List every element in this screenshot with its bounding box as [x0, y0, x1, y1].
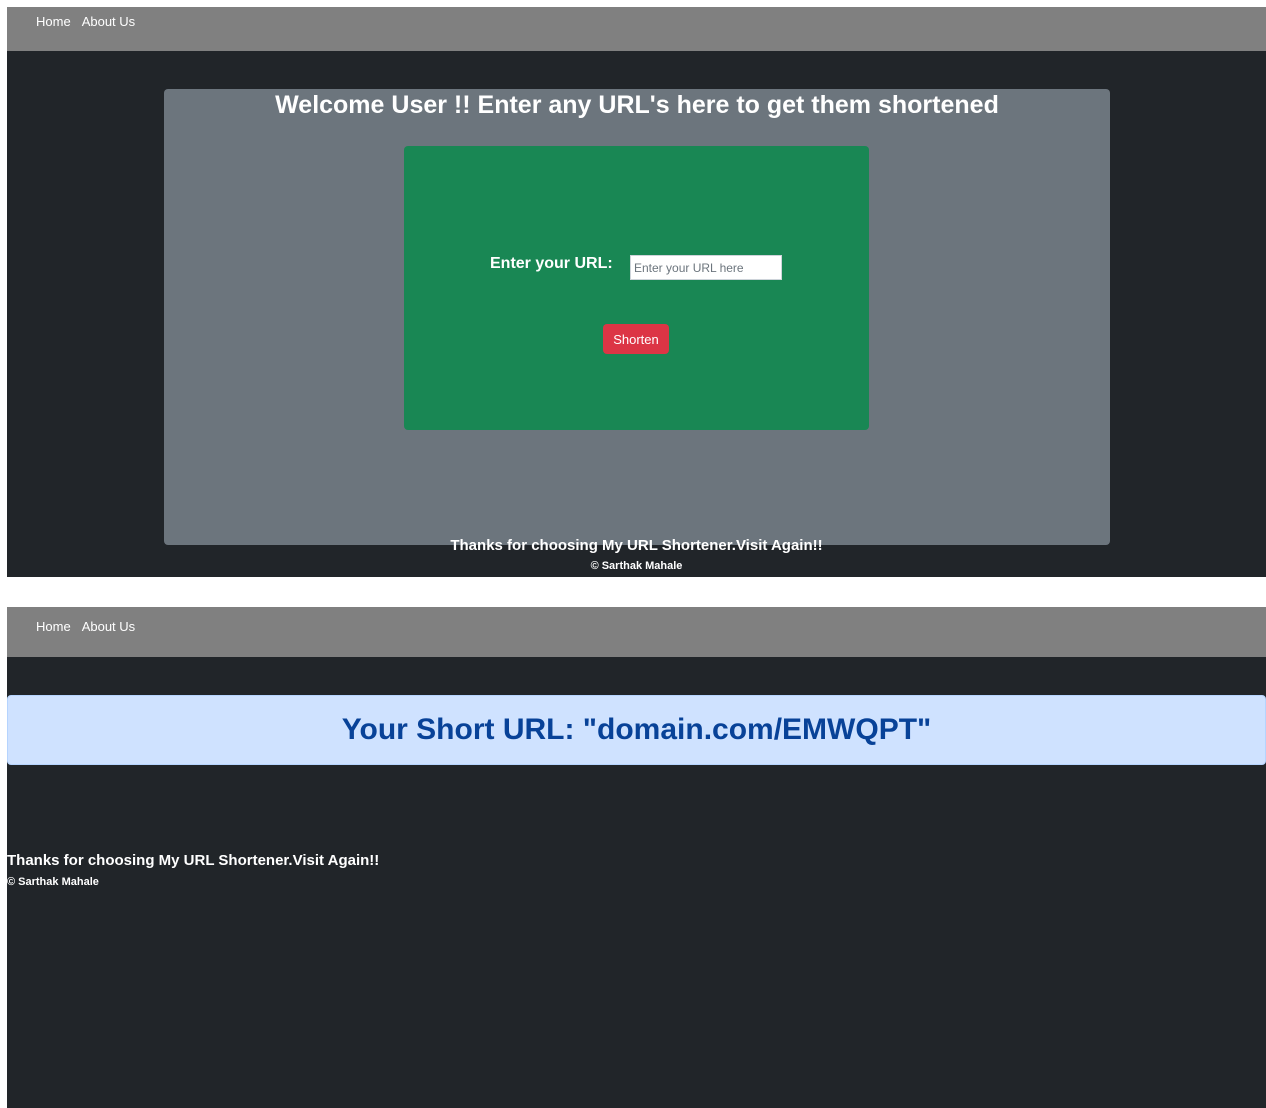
short-url-alert: Your Short URL: "domain.com/EMWQPT": [7, 695, 1266, 765]
footer: Thanks for choosing My URL Shortener.Vis…: [7, 852, 379, 888]
navbar: Home About Us: [7, 7, 1266, 51]
url-label: Enter your URL:: [490, 255, 613, 272]
nav-home-link[interactable]: Home: [36, 14, 71, 29]
nav-links: Home About Us: [36, 14, 135, 29]
url-form-card: Enter your URL: Shorten: [404, 146, 869, 430]
result-screen: Home About Us Your Short URL: "domain.co…: [7, 607, 1266, 1108]
nav-about-link[interactable]: About Us: [82, 14, 135, 29]
url-input[interactable]: [630, 255, 782, 280]
nav-home-link[interactable]: Home: [36, 619, 71, 634]
nav-links: Home About Us: [36, 619, 135, 634]
navbar: Home About Us: [7, 607, 1266, 657]
footer-copyright: © Sarthak Mahale: [590, 560, 683, 572]
page-title: Welcome User !! Enter any URL's here to …: [275, 91, 999, 119]
footer-thanks-text: Thanks for choosing My URL Shortener.Vis…: [7, 852, 380, 869]
nav-about-link[interactable]: About Us: [82, 619, 135, 634]
footer: Thanks for choosing My URL Shortener.Vis…: [7, 537, 1266, 572]
form-screen: Home About Us Welcome User !! Enter any …: [7, 7, 1266, 577]
shorten-button[interactable]: Shorten: [603, 324, 669, 354]
short-url-text: Your Short URL: "domain.com/EMWQPT": [341, 713, 932, 746]
footer-thanks-text: Thanks for choosing My URL Shortener.Vis…: [450, 537, 823, 554]
welcome-panel: Welcome User !! Enter any URL's here to …: [164, 89, 1110, 545]
footer-copyright: © Sarthak Mahale: [7, 876, 99, 888]
